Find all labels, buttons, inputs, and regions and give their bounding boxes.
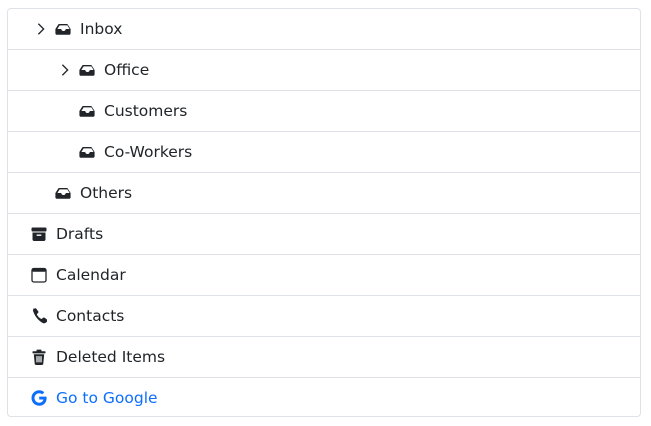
tree-item-deleted-items[interactable]: Deleted Items (8, 337, 640, 378)
tree-item-others[interactable]: Others (8, 173, 640, 214)
phone-icon (33, 308, 47, 324)
inbox-icon (79, 106, 95, 117)
tree-item-inbox[interactable]: Inbox (8, 9, 640, 50)
inbox-icon (79, 147, 95, 158)
tree-item-label: Customers (104, 102, 188, 120)
inbox-icon (79, 65, 95, 76)
tree-item-label: Drafts (56, 225, 104, 243)
tree-item-contacts[interactable]: Contacts (8, 296, 640, 337)
tree-item-drafts[interactable]: Drafts (8, 214, 640, 255)
go-to-google-label[interactable]: Go to Google (56, 388, 158, 408)
chevron-right-icon[interactable] (58, 63, 72, 77)
tree-item-label: Office (104, 61, 150, 79)
inbox-icon (55, 24, 71, 35)
trash-icon (32, 349, 46, 365)
tree-item-label: Others (80, 184, 133, 202)
tree-item-calendar[interactable]: Calendar (8, 255, 640, 296)
inbox-icon (55, 188, 71, 199)
google-icon (31, 390, 47, 406)
tree-item-label: Inbox (80, 20, 123, 38)
chevron-right-icon[interactable] (34, 22, 48, 36)
tree-item-co-workers[interactable]: Co-Workers (8, 132, 640, 173)
archive-icon (31, 227, 47, 241)
folder-tree: Inbox Office Customers Co-Workers Others (7, 8, 641, 417)
tree-item-label: Co-Workers (104, 143, 193, 161)
calendar-icon (31, 267, 47, 283)
tree-item-label: Calendar (56, 266, 126, 284)
go-to-google-link[interactable]: Go to Google (8, 378, 640, 416)
tree-item-customers[interactable]: Customers (8, 91, 640, 132)
tree-item-label: Contacts (56, 307, 125, 325)
tree-item-office[interactable]: Office (8, 50, 640, 91)
tree-item-label: Deleted Items (56, 348, 166, 366)
